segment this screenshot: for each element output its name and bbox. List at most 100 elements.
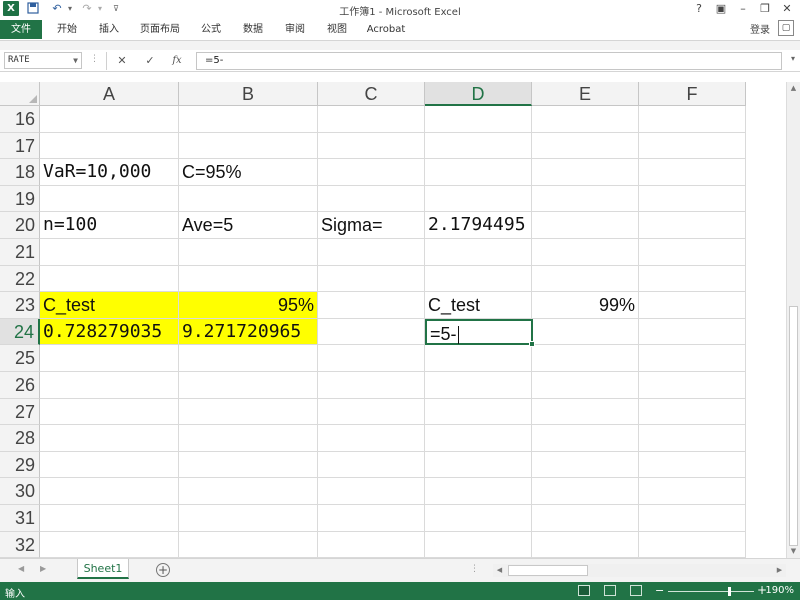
cell-d24[interactable]: =5- xyxy=(425,318,535,348)
cell-d19[interactable] xyxy=(425,185,532,213)
column-header-f[interactable]: F xyxy=(639,82,746,106)
ribbon-display-options-button[interactable]: ▣ xyxy=(710,0,732,18)
cell-b25[interactable] xyxy=(179,345,318,372)
cell-f21[interactable] xyxy=(639,239,746,266)
cell-d25[interactable] xyxy=(425,345,532,372)
cell-e23[interactable]: 99% xyxy=(532,292,639,319)
cell-b24[interactable]: 9.271720965 xyxy=(179,318,318,346)
cell-f22[interactable] xyxy=(639,265,746,293)
tab-split-grip-icon[interactable]: ⋮ xyxy=(470,564,479,574)
cell-e16[interactable] xyxy=(532,106,639,133)
name-box[interactable]: RATE ▼ xyxy=(4,52,82,69)
cell-a16[interactable] xyxy=(40,106,179,133)
cancel-entry-icon[interactable]: ✕ xyxy=(112,53,132,69)
cell-c16[interactable] xyxy=(318,106,425,133)
cell-a22[interactable] xyxy=(40,265,179,293)
cell-a27[interactable] xyxy=(40,398,179,426)
cell-c21[interactable] xyxy=(318,239,425,266)
cell-a21[interactable] xyxy=(40,239,179,266)
cell-d31[interactable] xyxy=(425,505,532,532)
cell-e27[interactable] xyxy=(532,398,639,426)
zoom-slider[interactable] xyxy=(668,591,754,592)
cell-d29[interactable] xyxy=(425,451,532,479)
zoom-slider-thumb[interactable] xyxy=(728,587,731,596)
vertical-scrollbar[interactable]: ▲ ▼ xyxy=(786,82,800,558)
insert-function-icon[interactable]: fx xyxy=(167,53,187,69)
cell-b30[interactable] xyxy=(179,478,318,505)
cell-f23[interactable] xyxy=(639,292,746,319)
cell-a24[interactable]: 0.728279035 xyxy=(40,318,179,346)
cell-d30[interactable] xyxy=(425,478,532,505)
cell-b16[interactable] xyxy=(179,106,318,133)
row-header-29[interactable]: 29 xyxy=(0,451,40,479)
cell-a20[interactable]: n=100 xyxy=(40,212,179,239)
cell-c32[interactable] xyxy=(318,531,425,558)
row-header-22[interactable]: 22 xyxy=(0,265,40,293)
cell-b21[interactable] xyxy=(179,239,318,266)
cell-b23[interactable]: 95% xyxy=(179,292,318,319)
column-header-e[interactable]: E xyxy=(532,82,639,106)
zoom-out-button[interactable]: − xyxy=(655,584,664,597)
cell-a25[interactable] xyxy=(40,345,179,372)
cell-e19[interactable] xyxy=(532,185,639,213)
cell-d20[interactable]: 2.1794495 xyxy=(425,212,532,239)
column-header-b[interactable]: B xyxy=(179,82,318,106)
worksheet-grid[interactable]: ABCDEF 16 17 18 VaR=10,000 C=95% 19 20 n=100 Ave… xyxy=(0,82,786,558)
formula-input[interactable]: =5- xyxy=(196,52,782,70)
cell-d23[interactable]: C_test xyxy=(425,292,532,319)
cell-c23[interactable] xyxy=(318,292,425,319)
zoom-level[interactable]: 190% xyxy=(765,585,794,596)
cell-f16[interactable] xyxy=(639,106,746,133)
cell-a32[interactable] xyxy=(40,531,179,558)
cell-c28[interactable] xyxy=(318,425,425,452)
sheet-tab-sheet1[interactable]: Sheet1 xyxy=(77,559,129,579)
minimize-button[interactable]: – xyxy=(732,0,754,18)
cell-b20[interactable]: Ave=5 xyxy=(179,212,318,239)
cell-f20[interactable] xyxy=(639,212,746,239)
cell-f24[interactable] xyxy=(639,318,746,346)
cell-a28[interactable] xyxy=(40,425,179,452)
chevron-down-icon[interactable]: ▼ xyxy=(73,53,78,68)
cell-f25[interactable] xyxy=(639,345,746,372)
cell-d21[interactable] xyxy=(425,239,532,266)
cell-e26[interactable] xyxy=(532,372,639,399)
row-header-31[interactable]: 31 xyxy=(0,505,40,532)
cell-f17[interactable] xyxy=(639,132,746,160)
cell-c25[interactable] xyxy=(318,345,425,372)
column-header-a[interactable]: A xyxy=(40,82,179,106)
row-header-30[interactable]: 30 xyxy=(0,478,40,505)
scroll-right-icon[interactable]: ▶ xyxy=(773,564,786,577)
tab-home[interactable]: 开始 xyxy=(50,20,84,39)
expand-formula-bar-icon[interactable]: ▾ xyxy=(791,54,795,63)
cell-a17[interactable] xyxy=(40,132,179,160)
cell-a30[interactable] xyxy=(40,478,179,505)
add-sheet-icon[interactable]: + xyxy=(156,563,170,577)
tab-page-layout[interactable]: 页面布局 xyxy=(134,20,186,39)
page-layout-view-icon[interactable] xyxy=(604,585,616,596)
row-header-16[interactable]: 16 xyxy=(0,106,40,133)
ribbon-collapse-icon[interactable]: ▢ xyxy=(778,20,794,36)
cell-d18[interactable] xyxy=(425,159,532,186)
tab-file[interactable]: 文件 xyxy=(0,20,42,39)
cell-c22[interactable] xyxy=(318,265,425,293)
cell-a18[interactable]: VaR=10,000 xyxy=(40,159,179,186)
cell-a31[interactable] xyxy=(40,505,179,532)
cell-f29[interactable] xyxy=(639,451,746,479)
cell-e28[interactable] xyxy=(532,425,639,452)
cell-d27[interactable] xyxy=(425,398,532,426)
cell-a29[interactable] xyxy=(40,451,179,479)
cell-a23[interactable]: C_test xyxy=(40,292,179,319)
confirm-entry-icon[interactable]: ✓ xyxy=(140,53,160,69)
row-header-20[interactable]: 20 xyxy=(0,212,40,239)
cell-d32[interactable] xyxy=(425,531,532,558)
row-header-21[interactable]: 21 xyxy=(0,239,40,266)
vertical-scroll-thumb[interactable] xyxy=(789,306,798,546)
tab-data[interactable]: 数据 xyxy=(236,20,270,39)
row-header-18[interactable]: 18 xyxy=(0,159,40,186)
select-all-button[interactable] xyxy=(0,82,40,106)
cell-d26[interactable] xyxy=(425,372,532,399)
row-header-24[interactable]: 24 xyxy=(0,318,40,346)
cell-f32[interactable] xyxy=(639,531,746,558)
cell-d17[interactable] xyxy=(425,132,532,160)
row-header-28[interactable]: 28 xyxy=(0,425,40,452)
